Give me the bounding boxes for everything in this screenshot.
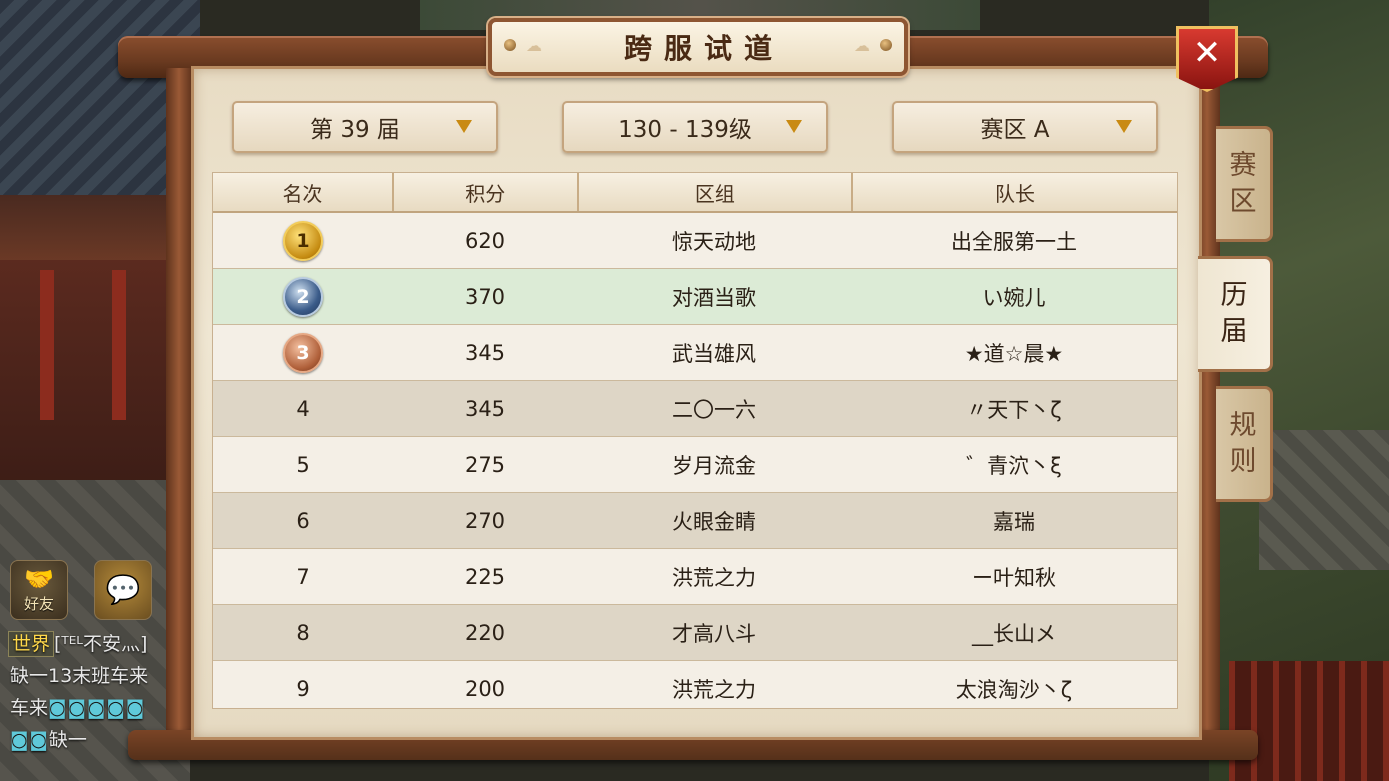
table-row[interactable]: 6 270 火眼金睛 嘉瑞: [213, 493, 1177, 549]
level-dropdown[interactable]: 130 - 139级: [562, 101, 828, 153]
header-group: 区组: [579, 173, 854, 211]
red-pillar: [40, 270, 54, 420]
emote-icons: ◙◙: [10, 729, 49, 751]
rivet-icon: [880, 39, 892, 51]
rank-cell: 6: [296, 508, 310, 533]
left-wooden-post: [166, 68, 192, 748]
gold-medal-icon: 1: [283, 220, 323, 261]
group-cell: 洪荒之力: [672, 565, 756, 590]
group-cell: 二〇一六: [672, 397, 756, 422]
tab-label: 届: [1220, 316, 1248, 347]
close-icon: ✕: [1192, 33, 1222, 73]
table-row[interactable]: 2 370 对酒当歌 い婉儿: [213, 269, 1177, 325]
table-row[interactable]: 5 275 岁月流金 ゛青泬丶ξ: [213, 437, 1177, 493]
cross-server-trial-window: ☁ 跨服试道 ☁ ✕ 第 39 届 130 - 139级 赛区 A 赛 区 历 …: [118, 18, 1273, 760]
leader-cell: ー叶知秋: [972, 565, 1056, 590]
zone-value: 赛区 A: [980, 117, 1050, 143]
zone-dropdown[interactable]: 赛区 A: [892, 101, 1158, 153]
channel-tag: 世界: [8, 631, 55, 657]
tab-label: 规: [1229, 410, 1257, 441]
leader-cell: い婉儿: [982, 285, 1046, 310]
window-title: 跨服试道: [623, 32, 784, 65]
tab-label: 历: [1220, 280, 1248, 311]
stone-wall: [1259, 430, 1389, 570]
dropdown-arrow-icon: [1116, 120, 1132, 133]
leader-cell: 〃天下丶ζ: [966, 397, 1062, 422]
friends-button[interactable]: 🤝 好友: [10, 560, 68, 620]
leader-cell: ★道☆晨★: [964, 341, 1064, 366]
table-row[interactable]: 1 620 惊天动地 出全服第一土: [213, 213, 1177, 269]
group-cell: 武当雄风: [672, 341, 756, 366]
friends-label: 好友: [23, 594, 54, 613]
tab-label: 则: [1229, 446, 1257, 477]
leader-cell: ゛青泬丶ξ: [966, 453, 1062, 478]
tab-zone[interactable]: 赛 区: [1216, 126, 1273, 242]
dropdown-arrow-icon: [786, 120, 802, 133]
tab-label: 赛: [1229, 150, 1257, 181]
group-cell: 对酒当歌: [672, 285, 756, 310]
rank-cell: 5: [296, 452, 310, 477]
cloud-ornament-icon: ☁: [854, 36, 870, 55]
rank-cell: 4: [296, 396, 310, 421]
group-cell: 惊天动地: [672, 229, 756, 254]
rank-cell: 9: [296, 676, 310, 701]
score-cell: 225: [464, 564, 506, 589]
leader-cell: 太浪淘沙丶ζ: [955, 677, 1073, 702]
level-value: 130 - 139级: [618, 117, 752, 143]
cloud-ornament-icon: ☁: [526, 36, 542, 55]
score-cell: 275: [464, 452, 506, 477]
header-leader: 队长: [995, 181, 1036, 206]
leader-cell: 嘉瑞: [993, 509, 1035, 534]
tab-rules[interactable]: 规 则: [1216, 386, 1273, 502]
group-cell: 洪荒之力: [672, 677, 756, 702]
table-row[interactable]: 8 220 才高八斗 __长山メ: [213, 605, 1177, 661]
table-body[interactable]: 1 620 惊天动地 出全服第一土 2 370 对酒当歌 い婉儿 3 345 武…: [213, 213, 1177, 708]
chat-text: 车来: [10, 697, 49, 719]
score-cell: 345: [464, 340, 506, 365]
score-cell: 620: [464, 228, 506, 253]
table-row[interactable]: 4 345 二〇一六 〃天下丶ζ: [213, 381, 1177, 437]
handshake-icon: 🤝: [24, 564, 54, 593]
table-row[interactable]: 7 225 洪荒之力 ー叶知秋: [213, 549, 1177, 605]
table-header: 名次 积分 区组 队长: [213, 173, 1177, 213]
score-cell: 200: [464, 676, 506, 701]
table-row[interactable]: 3 345 武当雄风 ★道☆晨★: [213, 325, 1177, 381]
header-rank: 名次: [213, 173, 394, 211]
table-row[interactable]: 9 200 洪荒之力 太浪淘沙丶ζ: [213, 661, 1177, 708]
score-cell: 345: [464, 396, 506, 421]
score-cell: 370: [464, 284, 506, 309]
group-cell: 岁月流金: [672, 453, 756, 478]
session-dropdown[interactable]: 第 39 届: [232, 101, 498, 153]
ranking-table: 名次 积分 区组 队长 1 620 惊天动地 出全服第一土 2 370 对酒当歌…: [212, 172, 1178, 709]
rank-cell: 7: [296, 564, 310, 589]
tab-label: 区: [1229, 186, 1257, 217]
tab-history[interactable]: 历 届: [1198, 256, 1273, 372]
dropdown-arrow-icon: [456, 120, 472, 133]
title-plaque: ☁ 跨服试道 ☁: [488, 18, 908, 76]
session-value: 第 39 届: [310, 117, 400, 143]
leader-cell: __长山メ: [972, 621, 1056, 646]
rank-cell: 8: [296, 620, 310, 645]
bronze-medal-icon: 3: [283, 332, 323, 373]
silver-medal-icon: 2: [283, 276, 323, 317]
leader-cell: 出全服第一土: [951, 229, 1077, 254]
score-cell: 220: [464, 620, 506, 645]
score-cell: 270: [464, 508, 506, 533]
header-score: 积分: [394, 173, 579, 211]
rivet-icon: [504, 39, 516, 51]
group-cell: 才高八斗: [672, 621, 756, 646]
chat-text: 缺一: [48, 729, 87, 751]
group-cell: 火眼金睛: [672, 509, 756, 534]
